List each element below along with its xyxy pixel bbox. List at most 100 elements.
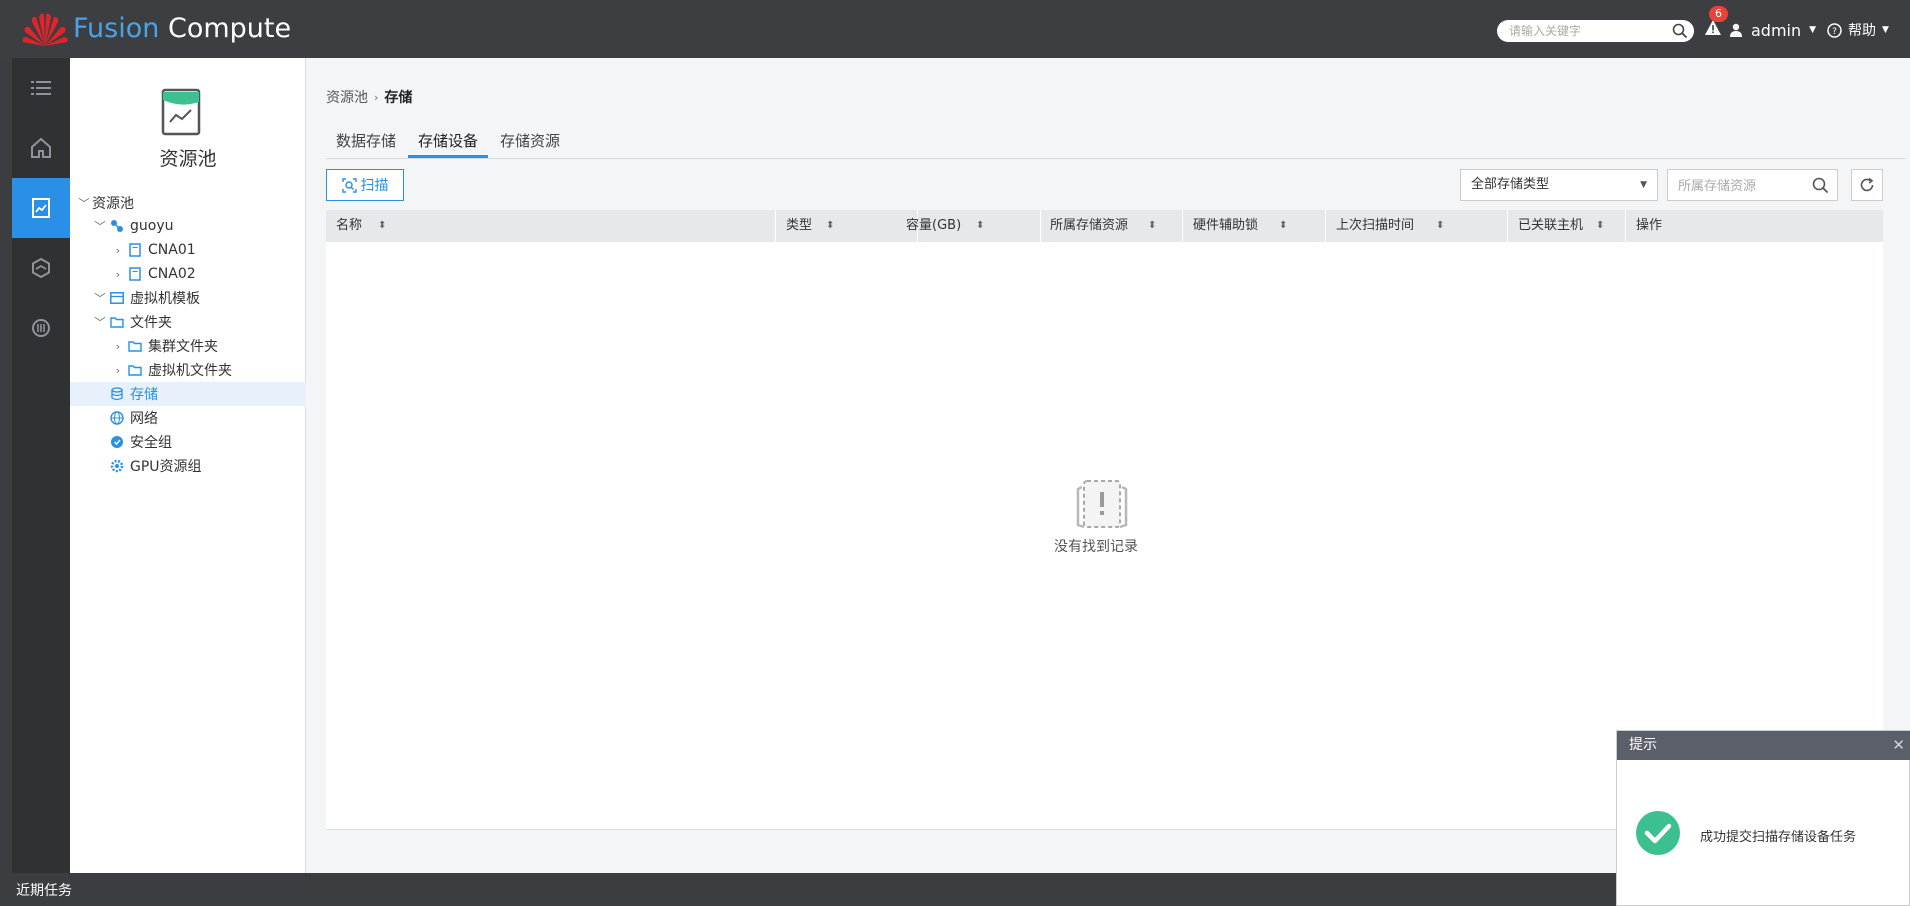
rail-item-home[interactable] [12,118,70,178]
huawei-logo [22,13,68,46]
help-label: 帮助 [1848,23,1876,39]
scan-button[interactable]: 扫描 [326,169,404,201]
tree-node-vm-template[interactable]: ﹀ 虚拟机模板 [70,286,306,310]
chevron-down-icon[interactable]: ﹀ [76,195,92,211]
svg-text:?: ? [1832,27,1837,37]
tab-storage-devices[interactable]: 存储设备 [408,128,489,158]
sort-icon[interactable]: ⬍ [1436,210,1444,242]
chevron-right-icon[interactable]: › [110,364,126,377]
column-label: 所属存储资源 [1050,218,1129,233]
column-label: 硬件辅助锁 [1193,218,1259,233]
tree-node-label: guoyu [130,218,174,234]
refresh-button[interactable] [1851,169,1883,201]
tree-node-security-group[interactable]: 安全组 [70,430,306,454]
recent-tasks-label[interactable]: 近期任务 [16,880,72,900]
tab-data-storage[interactable]: 数据存储 [326,128,406,158]
global-search[interactable] [1497,20,1694,42]
empty-message: 没有找到记录 [1054,539,1138,555]
tab-storage-resources[interactable]: 存储资源 [490,128,570,158]
tree-node-label: CNA02 [148,266,196,282]
tree-node-storage[interactable]: 存储 [70,382,306,406]
sort-icon[interactable]: ⬍ [976,210,984,242]
breadcrumb-item-current: 存储 [384,90,413,106]
storage-type-select[interactable]: 全部存储类型 ▼ [1460,169,1658,201]
tree-node-label: 安全组 [130,435,172,451]
column-header-actions: 操作 [1626,210,1883,242]
search-icon[interactable] [1672,23,1688,39]
tree-node-host-cna02[interactable]: › CNA02 [70,262,306,286]
tree-node-label: 集群文件夹 [148,339,218,355]
tree-node-label: CNA01 [148,242,196,258]
chevron-right-icon[interactable]: › [110,268,126,281]
network-icon [32,257,50,279]
help-icon: ? [1827,22,1842,38]
success-check-icon [1636,811,1680,855]
column-header-name[interactable]: 名称 ⬍ [326,210,776,242]
sort-icon[interactable]: ⬍ [1148,210,1156,242]
chevron-down-icon[interactable]: ﹀ [92,314,108,330]
tree-node-label: 虚拟机文件夹 [148,363,232,379]
column-header-hosts[interactable]: 已关联主机 ⬍ [1508,210,1626,242]
chevron-down-icon[interactable]: ﹀ [92,218,108,234]
notification-toast: 提示 ✕ 成功提交扫描存储设备任务 [1616,730,1910,906]
chevron-right-icon[interactable]: › [110,340,126,353]
sort-icon[interactable]: ⬍ [378,210,386,242]
breadcrumb-item-resource-pool[interactable]: 资源池 [326,87,368,107]
product-name: Fusion Compute [73,13,291,44]
toast-title: 提示 [1629,737,1657,753]
sort-icon[interactable]: ⬍ [826,210,834,242]
storage-resource-search[interactable] [1667,169,1838,201]
tab-bar: 数据存储 存储设备 存储资源 [326,128,572,158]
tree-node-folder[interactable]: ﹀ 文件夹 [70,310,306,334]
rail-item-resource-pool[interactable] [12,178,70,238]
host-icon [126,242,144,258]
scan-button-label: 扫描 [360,178,389,194]
tree-node-cluster[interactable]: ﹀ guoyu [70,214,306,238]
network-icon [108,410,126,426]
chevron-down-icon[interactable]: ﹀ [92,290,108,306]
tree-node-host-cna01[interactable]: › CNA01 [70,238,306,262]
top-bar: Fusion Compute 6 admin ▼ ? 帮助 ▼ [0,0,1910,58]
no-data-icon [1076,480,1128,529]
chevron-right-icon[interactable]: › [110,244,126,257]
column-header-capacity[interactable]: 容量(GB) ⬍ [896,210,1041,242]
refresh-icon [1860,177,1874,192]
rail-item-network[interactable] [12,238,70,298]
tree-node-gpu-group[interactable]: GPU资源组 [70,454,306,478]
cluster-icon [108,218,126,234]
storage-resource-input[interactable] [1678,176,1808,196]
tree-node-resource-pool[interactable]: ﹀ 资源池 [70,191,306,215]
column-label: 名称 [336,218,363,233]
close-icon[interactable]: ✕ [1892,731,1905,760]
column-header-storage-resource[interactable]: 所属存储资源 ⬍ [1040,210,1183,242]
home-icon [31,137,51,158]
tree-node-vm-folder[interactable]: › 虚拟机文件夹 [70,358,306,382]
search-icon[interactable] [1812,177,1829,194]
resource-pool-large-icon [161,88,201,136]
column-header-hw-lock[interactable]: 硬件辅助锁 ⬍ [1183,210,1326,242]
tree-node-label: 文件夹 [130,315,172,331]
resource-tree-panel: 资源池 ﹀ 资源池 ﹀ guoyu › CNA01 › CNA02 ﹀ 虚拟机模… [70,58,306,873]
nav-rail [12,58,70,873]
rail-item-monitor[interactable] [12,298,70,358]
monitor-icon [32,319,50,337]
chevron-right-icon: › [374,90,379,104]
tree-node-cluster-folder[interactable]: › 集群文件夹 [70,334,306,358]
folder-icon [108,314,126,330]
toast-header: 提示 ✕ [1617,731,1910,760]
user-name: admin [1751,20,1802,40]
rail-item-list[interactable] [12,58,70,118]
chevron-down-icon: ▼ [1640,180,1647,190]
column-label: 容量(GB) [906,218,962,233]
column-header-last-scan[interactable]: 上次扫描时间 ⬍ [1326,210,1508,242]
help-menu[interactable]: ? 帮助 ▼ [1827,19,1889,41]
alarm-count-badge: 6 [1709,6,1728,22]
tree-node-label: 网络 [130,411,158,427]
tree-node-label: GPU资源组 [130,459,202,475]
user-menu[interactable]: admin ▼ [1729,19,1816,41]
sort-icon[interactable]: ⬍ [1279,210,1287,242]
global-search-input[interactable] [1509,22,1669,40]
sort-icon[interactable]: ⬍ [1596,210,1604,242]
user-icon [1730,23,1742,37]
tree-node-network[interactable]: 网络 [70,406,306,430]
